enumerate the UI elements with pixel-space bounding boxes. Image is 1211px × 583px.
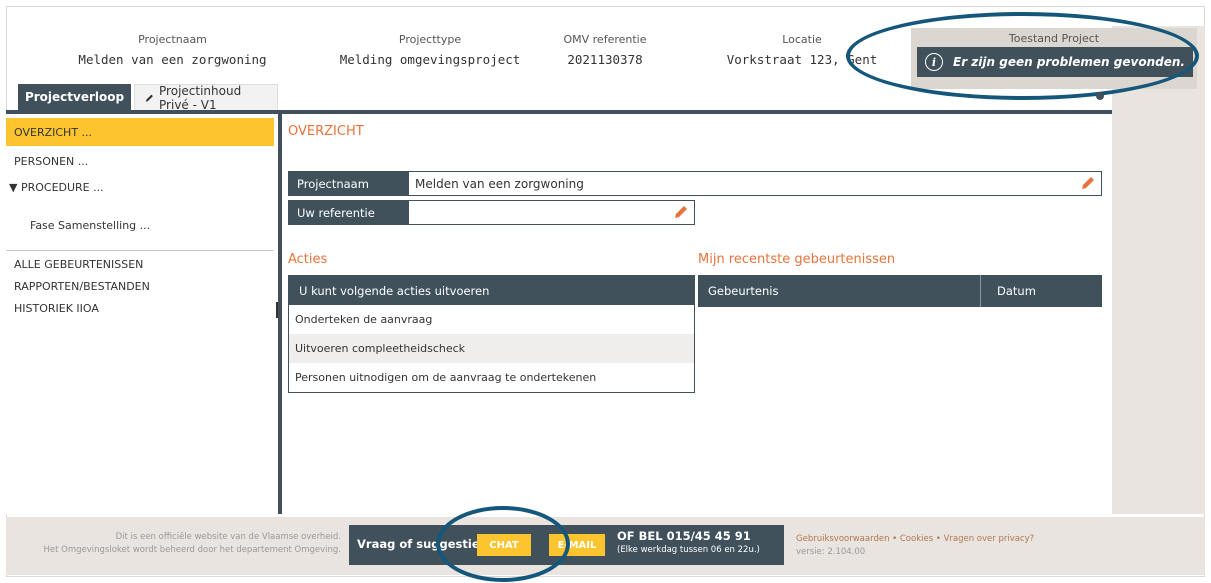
tab-label: Projectinhoud Privé - V1: [159, 83, 242, 112]
header-value: 2021130378: [567, 52, 643, 67]
projectnaam-value[interactable]: Melden van een zorgwoning: [409, 172, 1101, 195]
sidebar-item-procedure[interactable]: ▼ PROCEDURE ...: [6, 178, 274, 196]
tab-projectinhoud[interactable]: Projectinhoud Privé - V1: [134, 83, 278, 112]
tab-projectverloop[interactable]: Projectverloop: [18, 84, 131, 110]
header-label: Projecttype: [398, 33, 462, 46]
events-title: Mijn recentste gebeurtenissen: [698, 252, 896, 267]
header-label: OMV referentie: [563, 33, 647, 46]
sidebar-item-fase-samenstelling[interactable]: Fase Samenstelling ...: [6, 216, 274, 234]
actions-title: Acties: [288, 252, 328, 267]
toolbar-dot: [1096, 92, 1104, 100]
sidebar-item-label: Fase Samenstelling ...: [30, 218, 151, 232]
sidebar-item-label: OVERZICHT ...: [14, 125, 93, 139]
footer-links: Gebruiksvoorwaarden • Cookies • Vragen o…: [796, 533, 1034, 559]
column-datum[interactable]: Datum: [981, 284, 1036, 298]
highlight-ellipse: [436, 506, 570, 582]
sidebar-item-label: ▼ PROCEDURE ...: [9, 180, 104, 194]
column-gebeurtenis[interactable]: Gebeurtenis: [698, 275, 981, 307]
actions-header: U kunt volgende acties uitvoeren: [289, 276, 694, 305]
version-text: versie: 2.104.00: [796, 547, 866, 557]
footer: Dit is een officiële website van de Vlaa…: [6, 517, 1205, 575]
header-value: Melden van een zorgwoning: [78, 52, 267, 67]
header-value: Melding omgevingsproject: [339, 52, 521, 67]
sidebar: OVERZICHT ... PERSONEN ... ▼ PROCEDURE .…: [6, 114, 280, 514]
uw-referentie-value[interactable]: [409, 201, 694, 224]
sidebar-divider-line: [6, 250, 274, 251]
sidebar-item-label: HISTORIEK IIOA: [14, 301, 99, 315]
actions-table: U kunt volgende acties uitvoeren Onderte…: [288, 275, 695, 393]
drag-handle[interactable]: [276, 302, 278, 318]
action-item[interactable]: Uitvoeren compleetheidscheck: [289, 334, 694, 363]
phone-hours: (Elke werkdag tussen 06 en 22u.): [617, 545, 760, 555]
header-projectnaam: Projectnaam Melden van een zorgwoning: [60, 33, 285, 67]
sidebar-item-alle-gebeurtenissen[interactable]: ALLE GEBEURTENISSEN: [6, 255, 274, 273]
header-label: Projectnaam: [138, 33, 207, 46]
footer-link-list[interactable]: Gebruiksvoorwaarden • Cookies • Vragen o…: [796, 533, 1034, 546]
field-value-text: Melden van een zorgwoning: [415, 176, 584, 191]
sidebar-item-rapporten[interactable]: RAPPORTEN/BESTANDEN: [6, 277, 274, 295]
page-title: OVERZICHT: [288, 124, 364, 139]
pencil-icon: [145, 94, 153, 102]
field-projectnaam: Projectnaam Melden van een zorgwoning: [288, 171, 1102, 196]
highlight-ellipse: [846, 12, 1199, 100]
action-item[interactable]: Personen uitnodigen om de aanvraag te on…: [289, 363, 694, 392]
field-label: Uw referentie: [289, 201, 409, 224]
sidebar-item-label: ALLE GEBEURTENISSEN: [14, 257, 144, 271]
sidebar-item-overzicht[interactable]: OVERZICHT ...: [6, 118, 274, 146]
field-label: Projectnaam: [289, 172, 409, 195]
action-item[interactable]: Onderteken de aanvraag: [289, 305, 694, 334]
pencil-icon[interactable]: [1081, 176, 1095, 190]
sidebar-item-label: PERSONEN ...: [14, 154, 89, 168]
footer-disclaimer: Dit is een officiële website van de Vlaa…: [16, 531, 341, 557]
sidebar-item-historiek[interactable]: HISTORIEK IIOA: [6, 299, 274, 317]
header-projecttype: Projecttype Melding omgevingsproject: [310, 33, 550, 67]
pencil-icon[interactable]: [674, 205, 688, 219]
sidebar-splitter[interactable]: [278, 114, 282, 514]
sidebar-item-personen[interactable]: PERSONEN ...: [6, 152, 274, 170]
events-table-header: Gebeurtenis Datum: [698, 275, 1102, 307]
tab-label: Projectverloop: [24, 90, 125, 104]
header-omv-referentie: OMV referentie 2021130378: [540, 33, 670, 67]
sidebar-item-label: RAPPORTEN/BESTANDEN: [14, 279, 150, 293]
right-gutter: [1112, 26, 1205, 514]
field-uw-referentie: Uw referentie: [288, 200, 695, 225]
footer-line: Het Omgevingsloket wordt beheerd door he…: [43, 545, 341, 555]
phone-number: OF BEL 015/45 45 91: [617, 529, 751, 543]
footer-line: Dit is een officiële website van de Vlaa…: [115, 532, 341, 542]
